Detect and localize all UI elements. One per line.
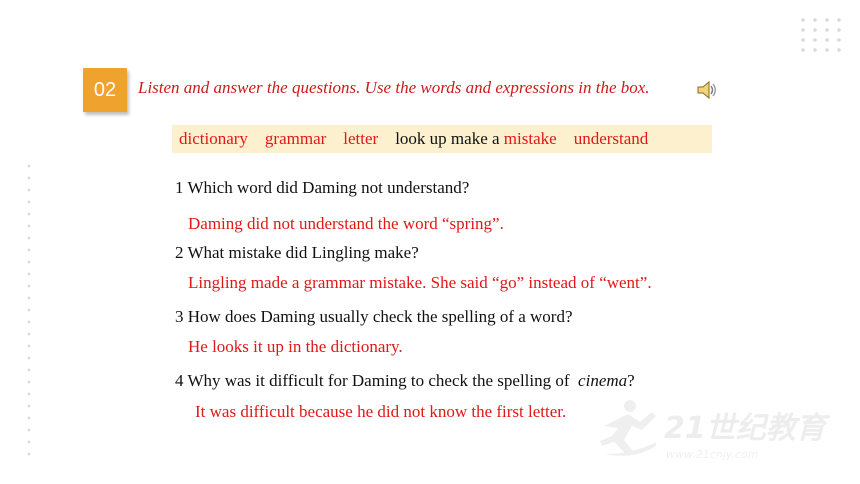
answer-2: Lingling made a grammar mistake. She sai… (188, 273, 652, 292)
word-understand: understand (573, 129, 649, 148)
question-4-text: 4 Why was it difficult for Daming to che… (175, 371, 570, 390)
word-look-up-make-a: look up make a (395, 129, 500, 148)
word-letter: letter (343, 129, 379, 148)
watermark-url: www.21cnjy.com (666, 448, 759, 461)
decorative-dot-grid (797, 15, 845, 57)
question-3: 3 How does Daming usually check the spel… (175, 307, 573, 326)
word-mistake: mistake (503, 129, 557, 148)
instruction-text: Listen and answer the questions. Use the… (138, 78, 650, 97)
question-4-mark: ? (627, 371, 635, 390)
word-dictionary: dictionary (179, 129, 248, 148)
question-1: 1 Which word did Daming not understand? (175, 178, 470, 197)
decorative-dot-column (26, 160, 32, 460)
answer-3: He looks it up in the dictionary. (188, 337, 403, 356)
word-grammar: grammar (264, 129, 327, 148)
watermark-logo: 21世纪教育 www.21cnjy.com (594, 396, 844, 466)
answer-1: Daming did not understand the word “spri… (188, 214, 504, 233)
watermark-brand: 21世纪教育 (664, 411, 831, 446)
question-2: 2 What mistake did Lingling make? (175, 243, 419, 262)
question-4-italic-word: cinema (578, 371, 628, 390)
section-number-badge: 02 (83, 68, 127, 112)
word-list: dictionary grammar letter look up make a… (179, 129, 648, 149)
answer-4: It was difficult because he did not know… (195, 402, 567, 421)
question-4: 4 Why was it difficult for Daming to che… (175, 371, 635, 391)
speaker-icon[interactable] (695, 78, 719, 102)
